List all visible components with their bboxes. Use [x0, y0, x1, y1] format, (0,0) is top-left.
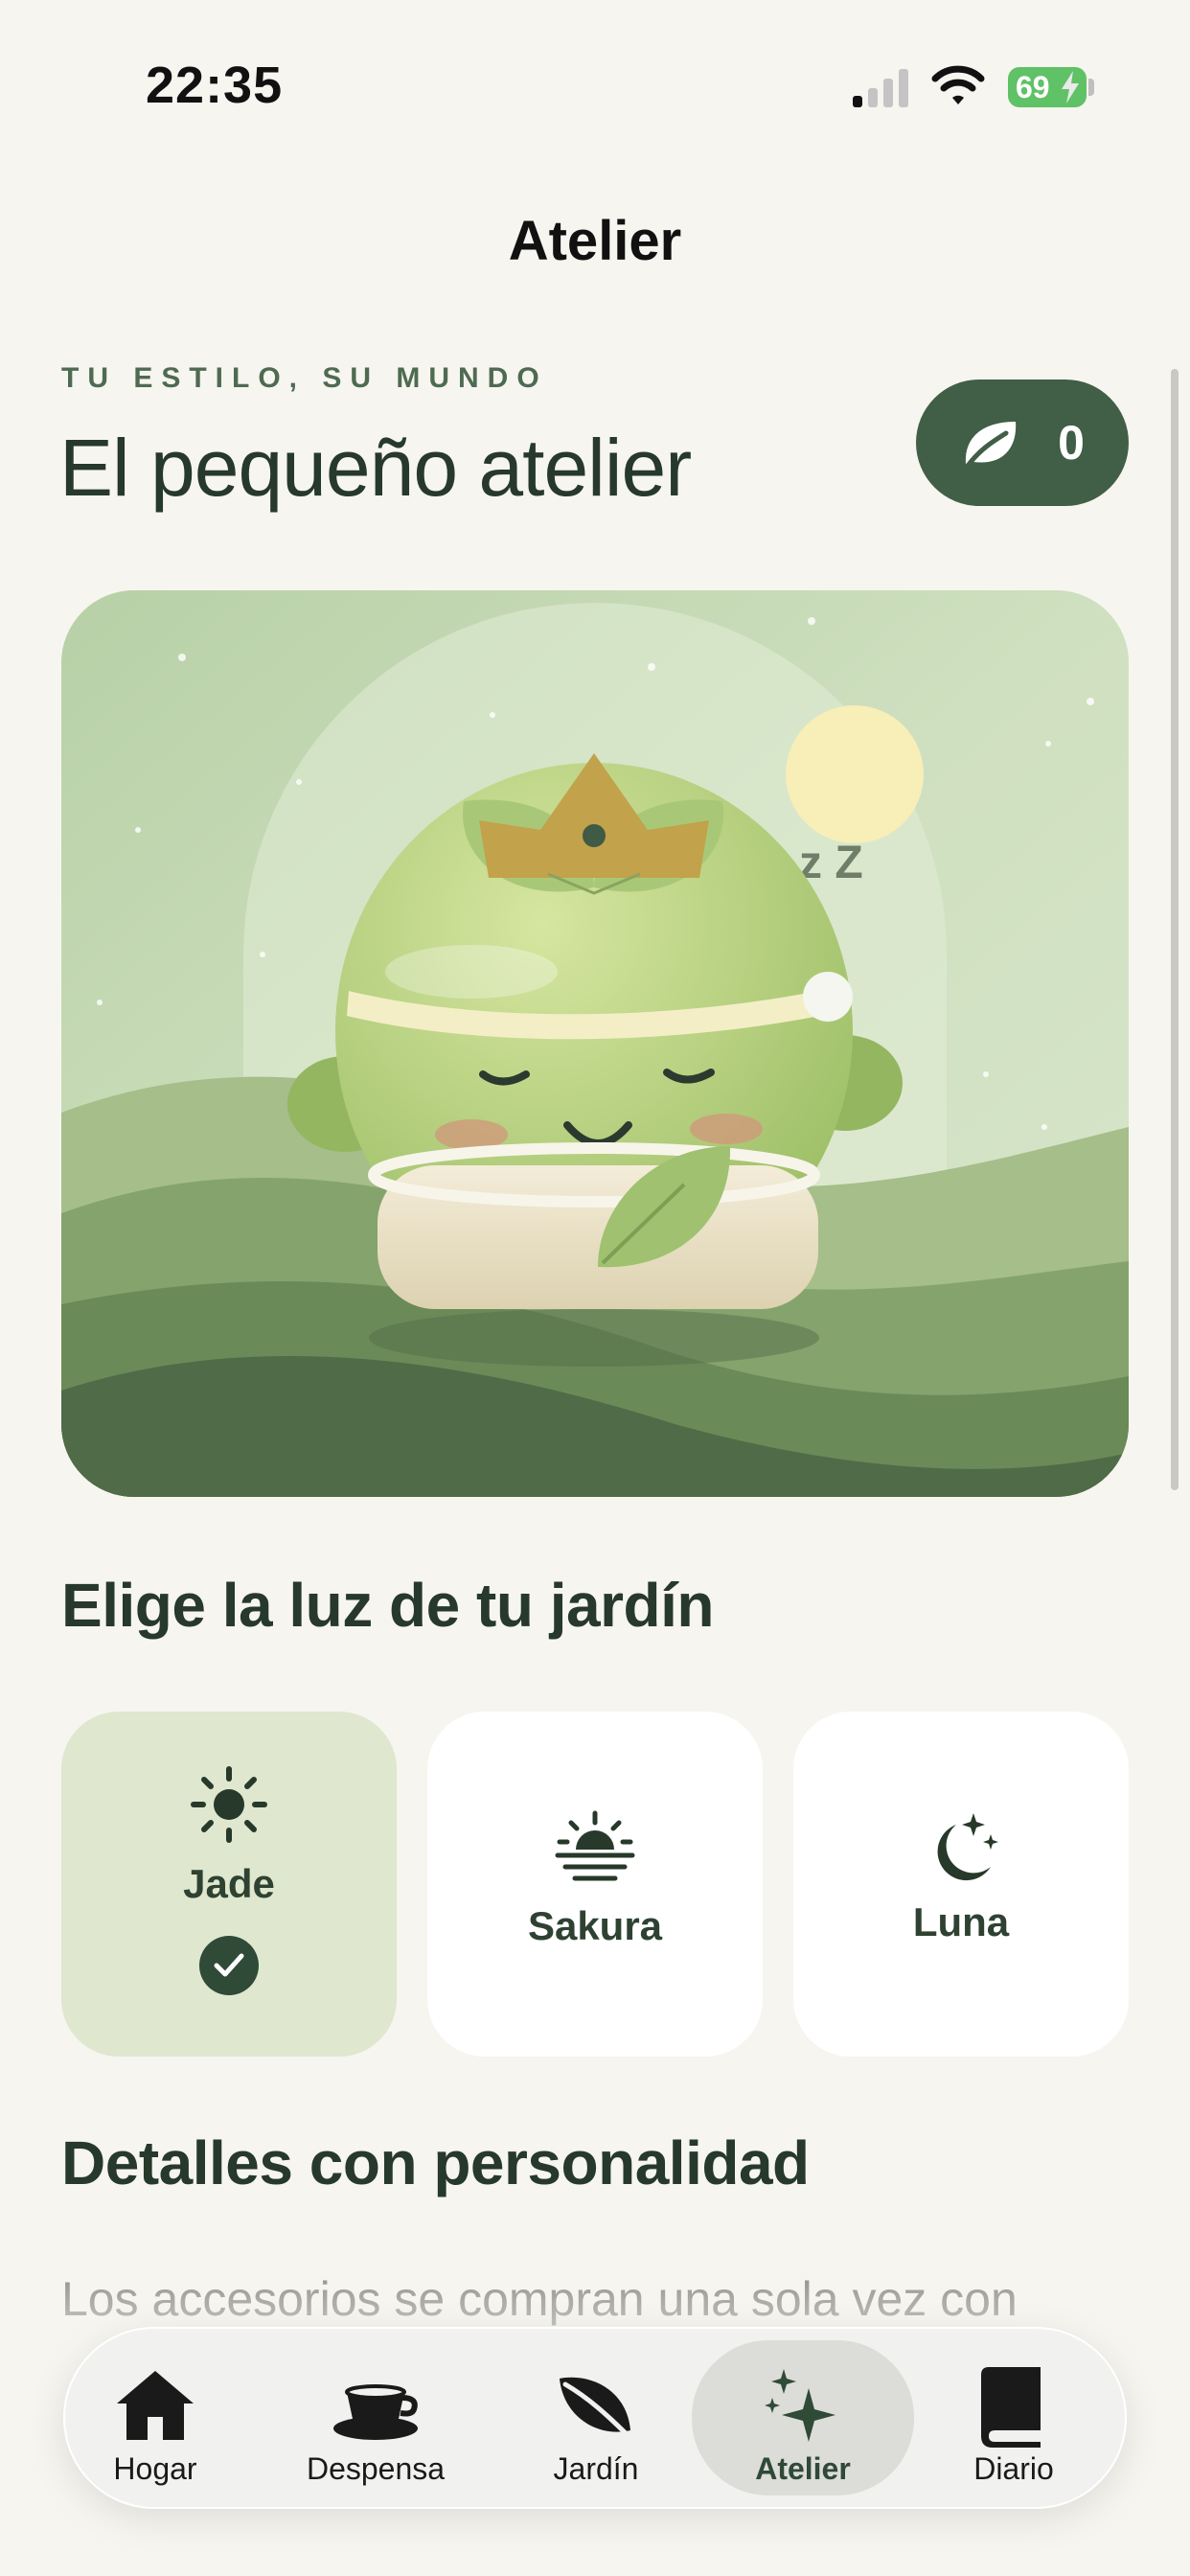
scrollbar[interactable] — [1171, 369, 1179, 1490]
tab-atelier[interactable]: Atelier — [692, 2340, 914, 2496]
light-options: Jade Sakura Luna — [61, 1712, 1129, 2057]
nav-title: Atelier — [508, 210, 682, 272]
tab-label: Hogar — [113, 2451, 197, 2486]
leaf-icon — [965, 422, 1017, 469]
light-option-sakura[interactable]: Sakura — [427, 1712, 763, 2057]
battery-tip — [1088, 79, 1094, 96]
house-icon — [117, 2371, 194, 2440]
status-bar: 22:35 69 — [0, 0, 1190, 172]
tab-label: Atelier — [755, 2451, 851, 2486]
light-section-title: Elige la luz de tu jardín — [61, 1571, 714, 1640]
moon-stars-icon — [937, 1813, 998, 1881]
leaf-balance-button[interactable]: 0 — [916, 380, 1129, 506]
charging-bolt-icon — [1062, 71, 1079, 104]
tab-bar: Hogar Despensa Jardín Atelier Diario — [63, 2327, 1127, 2509]
sparkles-icon — [765, 2369, 835, 2442]
sun-icon — [191, 1766, 267, 1843]
tab-label: Jardín — [553, 2451, 639, 2486]
book-icon — [981, 2367, 1041, 2448]
leaf-icon — [560, 2377, 635, 2443]
tab-despensa[interactable]: Despensa — [289, 2340, 462, 2496]
tab-label: Diario — [973, 2451, 1054, 2486]
cup-icon — [333, 2384, 418, 2440]
checkmark-icon — [199, 1936, 259, 1995]
wifi-icon — [931, 65, 985, 104]
light-option-label: Luna — [912, 1899, 1010, 1944]
cellular-signal-icon — [853, 69, 908, 107]
sleeping-pet-illustration: z Z — [61, 590, 1129, 1497]
accessories-section-title: Detalles con personalidad — [61, 2128, 810, 2197]
sleep-zz-text: z Z — [799, 838, 863, 888]
pet-illustration-card: z Z — [61, 590, 1129, 1497]
tab-jardin[interactable]: Jardín — [529, 2340, 663, 2496]
sunset-icon — [555, 1810, 635, 1881]
light-option-label: Sakura — [527, 1903, 663, 1948]
status-time: 22:35 — [146, 57, 284, 114]
light-option-label: Jade — [183, 1861, 275, 1906]
tab-diario[interactable]: Diario — [947, 2340, 1081, 2496]
tab-label: Despensa — [306, 2451, 446, 2486]
leaf-count: 0 — [1058, 416, 1085, 470]
tab-hogar[interactable]: Hogar — [82, 2340, 228, 2496]
light-option-jade[interactable]: Jade — [61, 1712, 397, 2057]
eyebrow-label: TU ESTILO, SU MUNDO — [61, 362, 548, 394]
light-option-luna[interactable]: Luna — [793, 1712, 1129, 2057]
page-title: El pequeño atelier — [59, 423, 692, 513]
